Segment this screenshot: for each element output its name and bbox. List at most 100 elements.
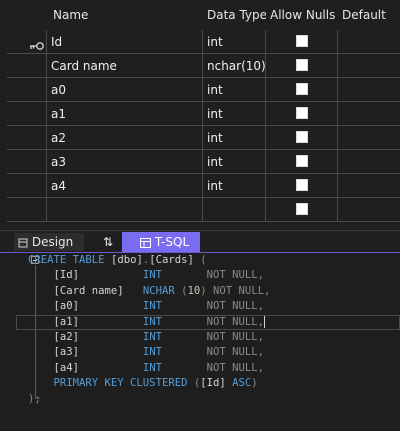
grid-rows: Id int Card name nchar(10) a0 int a1 int a2 int a3…	[7, 30, 400, 222]
tsql-icon	[140, 235, 155, 249]
row-selector[interactable]	[7, 198, 47, 222]
column-name-cell[interactable]: a4	[47, 174, 203, 198]
default-cell[interactable]	[338, 54, 400, 78]
view-tab-strip: Design ⇅ T-SQL	[0, 230, 400, 254]
code-line-column: [Id] INT NOT NULL,	[28, 268, 400, 283]
data-type-cell[interactable]	[203, 198, 266, 222]
sql-column-size: 10	[187, 284, 201, 297]
code-line-column: [a2] INT NOT NULL,	[28, 330, 400, 345]
table-row[interactable]: a2 int	[7, 126, 400, 150]
column-name-cell[interactable]	[47, 198, 203, 222]
sql-column-name: [a1]	[53, 315, 80, 328]
allow-nulls-cell	[266, 54, 338, 78]
row-selector[interactable]	[7, 126, 47, 150]
allow-nulls-cell	[266, 150, 338, 174]
default-cell[interactable]	[338, 150, 400, 174]
grid-header: Name Data Type Allow Nulls Default	[7, 0, 400, 30]
row-selector[interactable]	[7, 30, 47, 54]
data-type-cell[interactable]: int	[203, 102, 266, 126]
sql-column-type: INT	[142, 361, 162, 374]
tab-design[interactable]: Design	[14, 233, 84, 251]
sql-column-name: [a0]	[53, 300, 80, 313]
allow-nulls-checkbox[interactable]	[296, 131, 308, 143]
column-name-cell[interactable]: a0	[47, 78, 203, 102]
default-cell[interactable]	[338, 30, 400, 54]
allow-nulls-checkbox[interactable]	[296, 179, 308, 191]
allow-nulls-checkbox[interactable]	[296, 155, 308, 167]
row-selector[interactable]	[7, 78, 47, 102]
allow-nulls-checkbox[interactable]	[296, 35, 308, 47]
sql-column-name: [Id]	[53, 269, 80, 282]
sql-column-constraint: NOT NULL,	[206, 346, 265, 359]
header-default[interactable]: Default	[338, 0, 400, 30]
sql-column-type: NCHAR	[142, 284, 175, 297]
header-data-type[interactable]: Data Type	[203, 0, 266, 30]
sql-column-constraint: NOT NULL,	[206, 300, 265, 313]
default-cell[interactable]	[338, 174, 400, 198]
default-cell[interactable]	[338, 198, 400, 222]
table-row[interactable]: a1 int	[7, 102, 400, 126]
table-row[interactable]: a3 int	[7, 150, 400, 174]
sql-column-constraint: NOT NULL,	[206, 330, 265, 343]
table-row[interactable]: a4 int	[7, 174, 400, 198]
row-selector-header	[7, 0, 47, 30]
default-cell[interactable]	[338, 126, 400, 150]
allow-nulls-checkbox[interactable]	[296, 59, 308, 71]
allow-nulls-cell	[266, 78, 338, 102]
sql-column-constraint: NOT NULL,	[206, 269, 265, 282]
sql-column-constraint: NOT NULL,	[206, 315, 265, 328]
allow-nulls-cell	[266, 102, 338, 126]
sql-column-constraint: NOT NULL,	[206, 361, 265, 374]
primary-key-icon	[29, 36, 45, 50]
data-type-cell[interactable]: int	[203, 174, 266, 198]
design-icon	[18, 235, 32, 249]
sql-column-type: INT	[142, 269, 162, 282]
data-type-cell[interactable]: int	[203, 30, 266, 54]
sql-code[interactable]: CREATE TABLE [dbo].[Cards] ( [Id] INT NO…	[16, 253, 400, 407]
sql-column-type: INT	[142, 330, 162, 343]
code-line-column: [a4] INT NOT NULL,	[28, 361, 400, 376]
default-cell[interactable]	[338, 102, 400, 126]
sql-column-name: [a2]	[53, 330, 80, 343]
allow-nulls-checkbox[interactable]	[296, 203, 308, 215]
column-name-cell[interactable]: a3	[47, 150, 203, 174]
sql-column-name: [a3]	[53, 346, 80, 359]
default-cell[interactable]	[338, 78, 400, 102]
column-name-cell[interactable]: Card name	[47, 54, 203, 78]
allow-nulls-checkbox[interactable]	[296, 107, 308, 119]
code-line-create: CREATE TABLE [dbo].[Cards] (	[28, 254, 207, 266]
table-row[interactable]: Id int	[7, 30, 400, 54]
column-name-cell[interactable]: a1	[47, 102, 203, 126]
swap-panes-button[interactable]: ⇅	[96, 233, 120, 251]
row-selector[interactable]	[7, 150, 47, 174]
row-selector[interactable]	[7, 174, 47, 198]
tab-design-label: Design	[31, 235, 74, 249]
column-definition-lines: [Id] INT NOT NULL, [Card name] NCHAR (10…	[16, 268, 400, 376]
allow-nulls-checkbox[interactable]	[296, 83, 308, 95]
tab-tsql-label: T-SQL	[154, 235, 190, 249]
sql-column-type: INT	[142, 300, 162, 313]
header-allow-nulls[interactable]: Allow Nulls	[266, 0, 338, 30]
column-name-cell[interactable]: a2	[47, 126, 203, 150]
table-row[interactable]: Card name nchar(10)	[7, 54, 400, 78]
row-selector[interactable]	[7, 102, 47, 126]
data-type-cell[interactable]: int	[203, 126, 266, 150]
table-row[interactable]: a0 int	[7, 78, 400, 102]
tab-tsql[interactable]: T-SQL	[122, 232, 200, 252]
code-line-close: );	[28, 392, 41, 405]
sql-column-type: INT	[142, 315, 162, 328]
allow-nulls-cell	[266, 174, 338, 198]
columns-grid: Name Data Type Allow Nulls Default Id int…	[7, 0, 400, 222]
data-type-cell[interactable]: int	[203, 78, 266, 102]
data-type-cell[interactable]: int	[203, 150, 266, 174]
table-row[interactable]	[7, 198, 400, 222]
header-name[interactable]: Name	[47, 0, 203, 30]
code-line-column: [a1] INT NOT NULL,	[16, 314, 400, 330]
sql-column-name: [Card name]	[53, 284, 124, 297]
swap-panes-icon: ⇅	[102, 235, 114, 249]
allow-nulls-cell	[266, 30, 338, 54]
column-name-cell[interactable]: Id	[47, 30, 203, 54]
row-selector[interactable]	[7, 54, 47, 78]
tsql-editor[interactable]: CREATE TABLE [dbo].[Cards] ( [Id] INT NO…	[0, 253, 400, 431]
data-type-cell[interactable]: nchar(10)	[203, 54, 266, 78]
